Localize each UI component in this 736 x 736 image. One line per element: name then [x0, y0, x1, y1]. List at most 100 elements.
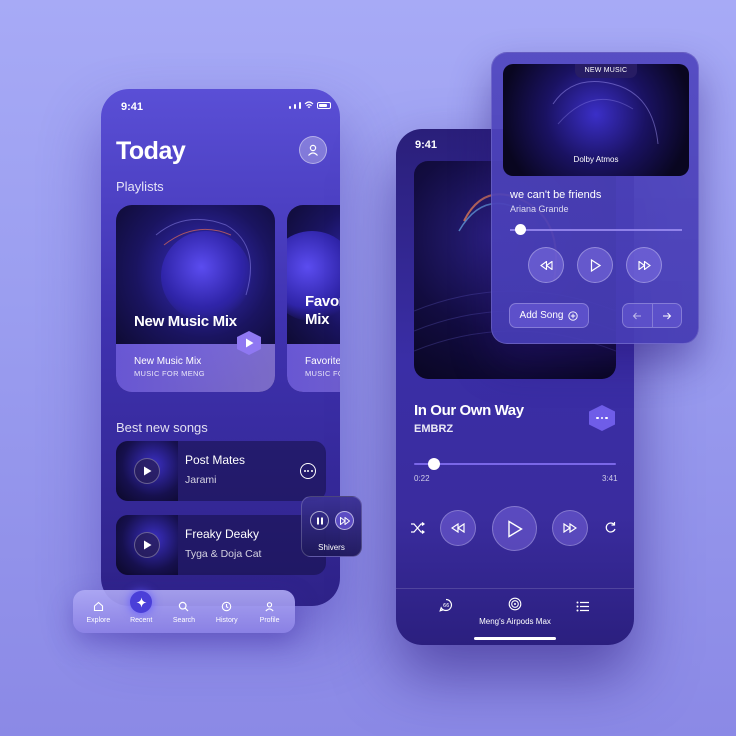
- profile-icon: [265, 601, 274, 611]
- status-icons: [289, 101, 331, 109]
- status-time: 9:41: [415, 139, 438, 151]
- tab-profile[interactable]: Profile: [249, 599, 291, 624]
- widget-play-button[interactable]: [577, 247, 613, 283]
- history-icon: [222, 601, 232, 611]
- lyrics-icon: 66: [439, 598, 452, 612]
- tab-recent[interactable]: Recent: [120, 591, 162, 624]
- song-artwork: [116, 441, 178, 501]
- rewind-icon: [451, 523, 465, 533]
- airplay-icon: [508, 597, 522, 611]
- wifi-icon: [304, 101, 314, 108]
- add-song-button[interactable]: Add Song: [509, 303, 589, 328]
- playlist-artwork-title: New Music Mix: [134, 313, 237, 330]
- fast-forward-icon: [563, 523, 577, 533]
- output-device-label: Meng's Airpods Max: [479, 617, 551, 626]
- tab-label: Recent: [130, 617, 153, 624]
- total-time: 3:41: [602, 474, 618, 483]
- mini-player-title: Shivers: [318, 543, 345, 552]
- track-artist: EMBRZ: [414, 423, 454, 435]
- playlists-heading: Playlists: [116, 179, 164, 194]
- next-button[interactable]: [335, 511, 354, 530]
- queue-button[interactable]: [576, 599, 590, 617]
- new-music-badge: NEW MUSIC: [575, 64, 637, 78]
- now-playing-widget: NEW MUSIC Dolby Atmos we can't be friend…: [491, 52, 699, 344]
- tab-label: Search: [172, 617, 196, 624]
- fast-forward-button[interactable]: [552, 510, 588, 546]
- arrow-left-icon: [633, 312, 642, 319]
- widget-nav: [622, 303, 682, 328]
- arrow-right-icon: [662, 312, 671, 319]
- status-time: 9:41: [121, 101, 144, 113]
- svg-text:66: 66: [443, 603, 449, 609]
- sparkle-icon: [136, 597, 147, 607]
- widget-track-artist: Ariana Grande: [510, 204, 569, 214]
- tab-explore[interactable]: Explore: [77, 599, 119, 624]
- pause-button[interactable]: [310, 511, 329, 530]
- queue-list-icon: [576, 601, 589, 612]
- rewind-icon: [539, 260, 553, 270]
- divider: [396, 588, 634, 589]
- fast-forward-icon: [637, 260, 651, 270]
- rewind-button[interactable]: [440, 510, 476, 546]
- playlist-card[interactable]: Favor Mix Favorite MUSIC FOR: [287, 205, 340, 392]
- repeat-icon: [605, 522, 616, 533]
- play-icon: [590, 258, 601, 272]
- page-title: Today: [116, 137, 186, 165]
- best-new-songs-heading: Best new songs: [116, 420, 208, 435]
- progress-bar[interactable]: [414, 463, 616, 465]
- play-icon: [143, 466, 151, 476]
- shuffle-button[interactable]: [410, 521, 426, 539]
- play-button[interactable]: [492, 506, 537, 551]
- bottom-tab-bar: Explore Recent Search History Profile: [73, 590, 295, 633]
- play-icon: [143, 540, 151, 550]
- add-song-label: Add Song: [519, 310, 564, 321]
- playlist-card[interactable]: New Music Mix New Music Mix MUSIC FOR ME…: [116, 205, 275, 392]
- more-options-button[interactable]: [589, 405, 615, 431]
- song-artist: Tyga & Doja Cat: [185, 548, 262, 560]
- play-song-button[interactable]: [134, 532, 160, 558]
- plus-circle-icon: [568, 310, 579, 321]
- play-icon: [245, 338, 253, 348]
- widget-progress-bar[interactable]: [510, 229, 682, 231]
- home-icon: [93, 601, 103, 611]
- home-indicator: [474, 637, 556, 640]
- play-icon: [507, 519, 523, 538]
- tab-history[interactable]: History: [206, 599, 248, 624]
- elapsed-time: 0:22: [414, 474, 430, 483]
- widget-rewind-button[interactable]: [528, 247, 564, 283]
- playlist-artwork-title: Favor Mix: [305, 293, 340, 328]
- progress-knob[interactable]: [428, 458, 441, 470]
- profile-button[interactable]: [299, 136, 327, 164]
- battery-icon: [317, 102, 331, 109]
- search-icon: [179, 601, 189, 611]
- user-icon: [308, 144, 318, 156]
- playlist-subtitle: MUSIC FOR: [305, 369, 340, 378]
- song-row[interactable]: Freaky Deaky Tyga & Doja Cat: [116, 515, 326, 575]
- lyrics-button[interactable]: 66: [439, 598, 453, 617]
- tab-search[interactable]: Search: [163, 599, 205, 624]
- airplay-button[interactable]: [508, 597, 522, 616]
- playlist-name: New Music Mix: [134, 356, 202, 367]
- tab-label: History: [215, 617, 238, 624]
- next-arrow-button[interactable]: [651, 304, 682, 327]
- more-options-button[interactable]: [300, 463, 316, 479]
- widget-progress-knob[interactable]: [514, 224, 526, 235]
- widget-track-title: we can't be friends: [510, 189, 602, 201]
- song-row[interactable]: Post Mates Jarami: [116, 441, 326, 501]
- previous-arrow-button[interactable]: [623, 304, 652, 327]
- track-title: In Our Own Way: [414, 402, 524, 419]
- song-artist: Jarami: [185, 474, 217, 486]
- widget-fast-forward-button[interactable]: [626, 247, 662, 283]
- play-song-button[interactable]: [134, 458, 160, 484]
- playlist-name: Favorite: [305, 356, 340, 367]
- mini-player[interactable]: Shivers: [301, 496, 362, 557]
- dolby-atmos-label: Dolby Atmos: [573, 155, 619, 164]
- tab-label: Explore: [86, 617, 111, 624]
- repeat-button[interactable]: [604, 521, 617, 539]
- playlist-info: Favorite MUSIC FOR: [287, 344, 340, 392]
- tab-label: Profile: [259, 617, 280, 624]
- widget-artwork: NEW MUSIC Dolby Atmos: [503, 64, 689, 176]
- song-artwork: [116, 515, 178, 575]
- song-title: Freaky Deaky: [185, 527, 260, 541]
- song-title: Post Mates: [185, 453, 246, 467]
